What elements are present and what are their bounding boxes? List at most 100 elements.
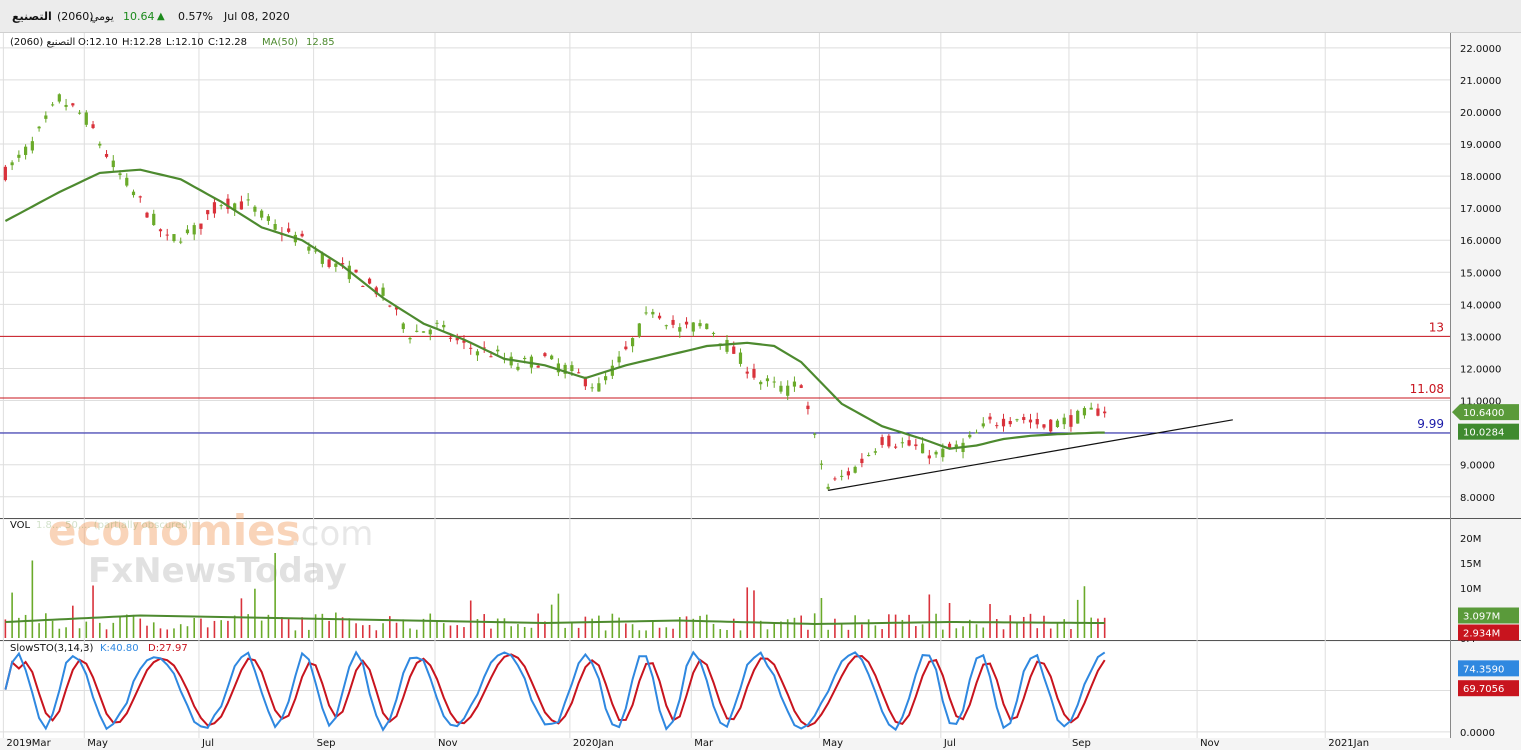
candle-body bbox=[179, 241, 183, 243]
volume-bar bbox=[604, 630, 607, 638]
volume-bar bbox=[881, 629, 883, 638]
candle-body bbox=[907, 440, 911, 446]
volume-bar bbox=[132, 614, 135, 638]
volume-bar bbox=[672, 628, 674, 638]
volume-bar bbox=[510, 626, 512, 638]
volume-bar bbox=[1029, 613, 1032, 638]
price-tick-label: 13.0000 bbox=[1460, 332, 1501, 343]
volume-bar bbox=[436, 620, 438, 638]
volume-bar bbox=[58, 628, 61, 638]
candle-body bbox=[1008, 420, 1012, 425]
candle-body bbox=[745, 371, 749, 374]
candle-body bbox=[354, 269, 358, 273]
candle-body bbox=[71, 103, 75, 106]
x-axis-label: Sep bbox=[317, 738, 336, 749]
volume-bar bbox=[409, 628, 411, 638]
candle-body bbox=[307, 246, 311, 251]
volume-bar bbox=[908, 614, 910, 638]
candle-body bbox=[104, 153, 109, 157]
candle-body bbox=[671, 319, 675, 325]
volume-ma-tag: 2.934M bbox=[1458, 624, 1519, 641]
candle-body bbox=[125, 177, 129, 186]
volume-bar bbox=[362, 625, 364, 638]
candle-body bbox=[401, 323, 405, 330]
x-axis-label: Jul bbox=[943, 738, 956, 749]
candle-body bbox=[880, 437, 884, 445]
volume-bar bbox=[368, 624, 371, 638]
price-tick-label: 12.0000 bbox=[1460, 364, 1501, 375]
ma-label: MA(50) bbox=[262, 37, 298, 48]
volume-bar bbox=[159, 628, 162, 638]
stock-chart[interactable]: economies .com FxNewsToday 13 11.08 9.99 ا… bbox=[0, 33, 1521, 750]
volume-bar bbox=[98, 622, 101, 638]
volume-bar bbox=[173, 628, 175, 638]
volume-bar bbox=[712, 623, 715, 638]
volume-bar bbox=[355, 623, 357, 638]
candle-body bbox=[934, 451, 938, 455]
volume-bar bbox=[699, 615, 701, 638]
volume-bar bbox=[125, 614, 128, 638]
candle-body bbox=[199, 223, 203, 229]
volume-bar bbox=[813, 613, 816, 638]
price-tick-label: 16.0000 bbox=[1460, 236, 1501, 247]
volume-bar bbox=[456, 625, 459, 638]
price-panel-bg bbox=[0, 33, 1450, 518]
candle-body bbox=[826, 486, 830, 489]
candle-body bbox=[664, 325, 668, 327]
x-axis-label: Mar bbox=[694, 738, 714, 749]
volume-bar bbox=[213, 620, 216, 638]
volume-bar bbox=[260, 620, 263, 638]
volume-bar bbox=[179, 624, 182, 638]
volume-bar bbox=[1043, 615, 1045, 638]
candle-body bbox=[145, 212, 149, 218]
candle-body bbox=[165, 234, 169, 236]
volume-tick-label: 20M bbox=[1460, 534, 1481, 545]
ohlc-close: C:12.28 bbox=[208, 37, 247, 48]
volume-bar bbox=[335, 612, 337, 638]
volume-bar bbox=[874, 625, 877, 638]
volume-bar bbox=[1022, 616, 1025, 638]
stochastic-d-label: D:27.97 bbox=[148, 643, 188, 654]
candle-body bbox=[1062, 417, 1066, 425]
x-axis-label: May bbox=[822, 738, 843, 749]
volume-bar bbox=[233, 615, 236, 638]
candle-body bbox=[118, 173, 122, 176]
volume-bar bbox=[773, 622, 776, 638]
stochastic-k-tag: 74.3590 bbox=[1458, 660, 1519, 677]
volume-bar bbox=[645, 630, 647, 638]
candle-body bbox=[698, 323, 702, 327]
stock-code: (2060) bbox=[57, 10, 94, 23]
volume-bar bbox=[1103, 617, 1106, 638]
volume-bar bbox=[463, 627, 465, 638]
volume-bar bbox=[921, 624, 924, 638]
volume-bar bbox=[827, 629, 829, 638]
volume-bar bbox=[786, 619, 789, 638]
volume-tick-label: 15M bbox=[1460, 559, 1481, 570]
stochastic-tick-label: 0.0000 bbox=[1460, 728, 1495, 739]
volume-bar bbox=[517, 624, 519, 638]
volume-ma-tag-text: 2.934M bbox=[1463, 629, 1500, 640]
x-axis-label: Sep bbox=[1072, 738, 1091, 749]
volume-bar bbox=[975, 624, 978, 638]
volume-bar bbox=[24, 614, 27, 638]
volume-bar bbox=[800, 615, 802, 638]
volume-bar bbox=[847, 629, 850, 638]
volume-bar bbox=[894, 614, 897, 638]
volume-bar bbox=[166, 629, 169, 638]
candle-body bbox=[1042, 424, 1046, 428]
volume-bar bbox=[1009, 615, 1012, 638]
volume-bar bbox=[867, 619, 870, 638]
watermark: economies .com FxNewsToday bbox=[48, 506, 373, 591]
volume-tick-label: 10M bbox=[1460, 584, 1481, 595]
volume-bar bbox=[375, 630, 378, 638]
volume-bar bbox=[726, 629, 728, 638]
volume-bar bbox=[483, 614, 486, 638]
candle-body bbox=[941, 448, 945, 458]
ohlc-high: H:12.28 bbox=[122, 37, 162, 48]
candle-body bbox=[651, 311, 655, 315]
candle-body bbox=[590, 387, 594, 389]
candle-body bbox=[597, 383, 601, 392]
candle-body bbox=[172, 234, 176, 242]
volume-bar bbox=[274, 553, 276, 638]
volume-bar bbox=[92, 585, 94, 638]
